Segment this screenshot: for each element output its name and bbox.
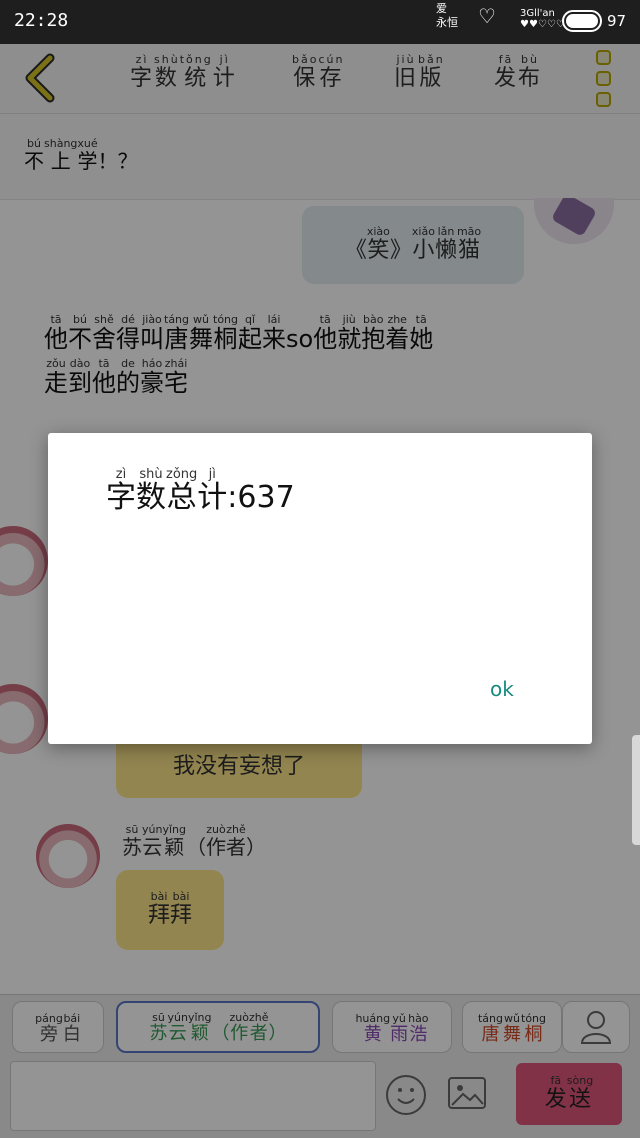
network-indicator: 3Gll'an ♥♥♡♡♡ xyxy=(520,8,565,30)
battery-level: 97 xyxy=(607,12,627,30)
ok-button[interactable]: ok xyxy=(490,677,514,701)
network-sub: ll'an xyxy=(534,8,555,19)
battery-icon xyxy=(562,10,602,32)
signal-icon: ♥♥♡♡♡ xyxy=(520,19,565,30)
character: 计 xyxy=(197,480,228,515)
word-count-dialog: zì 字 shù 数 zǒng 总 jì 计 :637 ok xyxy=(48,433,592,744)
heart-icon: ♡ xyxy=(478,4,496,28)
status-bar: 22:28 爱 永恒 ♡ 3Gll'an ♥♥♡♡♡ 97 xyxy=(0,0,640,44)
character: 数 xyxy=(136,480,166,515)
status-decoration: 爱 永恒 xyxy=(436,2,458,30)
ruby-char: zì 字 xyxy=(106,468,136,516)
ruby-char: jì 计 xyxy=(197,468,228,516)
status-deco-line1: 爱 xyxy=(436,2,447,15)
ruby-char: shù 数 xyxy=(136,468,166,516)
dialog-message: zì 字 shù 数 zǒng 总 jì 计 :637 xyxy=(106,468,295,516)
clock: 22:28 xyxy=(14,10,69,31)
character: 字 xyxy=(106,480,136,515)
ruby-char: :637 xyxy=(227,469,294,516)
network-label: 3G xyxy=(520,8,535,19)
status-deco-line2: 永恒 xyxy=(436,16,458,29)
scroll-handle[interactable] xyxy=(632,735,640,845)
character: 总 xyxy=(166,480,197,515)
ruby-char: zǒng 总 xyxy=(166,468,197,516)
character: :637 xyxy=(227,480,295,515)
